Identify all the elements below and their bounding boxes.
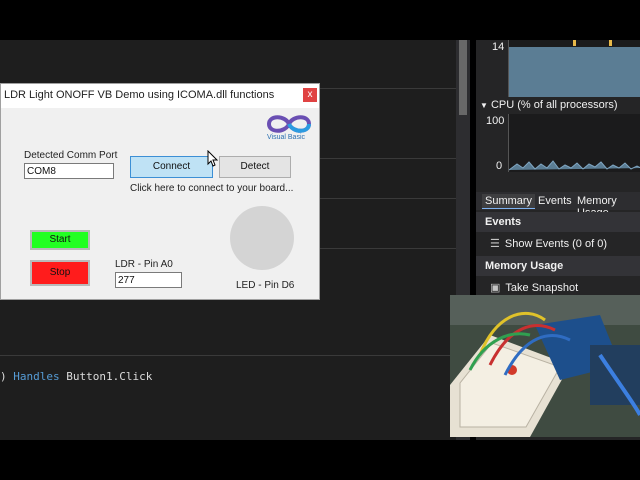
ldr-value-field[interactable]: 277 (115, 272, 182, 288)
tab-events[interactable]: Events (535, 194, 575, 208)
memory-axis-label: 14 (492, 41, 505, 53)
led-indicator (230, 206, 294, 270)
dialog-title: LDR Light ONOFF VB Demo using ICOMA.dll … (4, 89, 275, 101)
code-keyword: Handles (13, 370, 60, 383)
events-section-header: Events (476, 212, 640, 232)
editor-divider (320, 198, 456, 199)
cpu-graph-line (508, 160, 640, 171)
cpu-header: ▼ CPU (% of all processors) (480, 99, 618, 111)
tab-summary[interactable]: Summary (482, 194, 536, 209)
show-events-label: Show Events (0 of 0) (504, 238, 607, 250)
code-text: ) (0, 370, 14, 383)
editor-divider (320, 88, 456, 89)
code-text: Button1.Click (59, 370, 153, 383)
memory-graph-fill (509, 47, 640, 97)
comm-port-field[interactable]: COM8 (24, 163, 114, 179)
collapse-icon[interactable]: ▼ (480, 101, 488, 110)
take-snapshot-link[interactable]: ▣ Take Snapshot (490, 281, 578, 294)
editor-divider (0, 355, 450, 356)
diagnostics-tabs: Summary Events Memory Usage (476, 192, 640, 219)
letterbox-top (0, 0, 640, 40)
start-button[interactable]: Start (30, 230, 90, 250)
connect-hint: Click here to connect to your board... (130, 183, 294, 194)
event-marker (573, 40, 576, 46)
close-button[interactable]: x (303, 88, 317, 102)
stop-button[interactable]: Stop (30, 260, 90, 286)
cpu-header-label: CPU (% of all processors) (490, 99, 618, 111)
logo-caption: Visual Basic (267, 134, 306, 141)
cpu-graph (508, 114, 640, 172)
cpu-axis-max: 100 (486, 115, 505, 127)
cpu-axis-min: 0 (496, 160, 503, 172)
editor-divider (320, 158, 456, 159)
dialog-titlebar[interactable]: LDR Light ONOFF VB Demo using ICOMA.dll … (1, 84, 319, 108)
event-marker (609, 40, 612, 46)
mouse-cursor-icon (207, 150, 219, 167)
breadboard-illustration (450, 295, 640, 437)
app-dialog: LDR Light ONOFF VB Demo using ICOMA.dll … (0, 83, 320, 300)
comm-port-label: Detected Comm Port (24, 150, 118, 161)
code-line: ) Handles Button1.Click (0, 370, 152, 383)
take-snapshot-label: Take Snapshot (505, 282, 579, 294)
visual-basic-logo: Visual Basic (263, 113, 315, 143)
events-icon: ☰ (490, 238, 500, 250)
breadboard-photo (450, 295, 640, 437)
led-label: LED - Pin D6 (236, 280, 295, 291)
editor-divider (320, 248, 456, 249)
infinity-icon (266, 115, 312, 133)
memory-graph (508, 40, 640, 97)
detect-button[interactable]: Detect (219, 156, 291, 178)
show-events-link[interactable]: ☰ Show Events (0 of 0) (490, 237, 607, 250)
memory-section-header: Memory Usage (476, 256, 640, 276)
camera-icon: ▣ (490, 282, 501, 294)
letterbox-bottom (0, 440, 640, 480)
connect-button[interactable]: Connect (130, 156, 213, 178)
ldr-label: LDR - Pin A0 (115, 259, 173, 270)
editor-scrollbar-thumb[interactable] (459, 40, 467, 115)
